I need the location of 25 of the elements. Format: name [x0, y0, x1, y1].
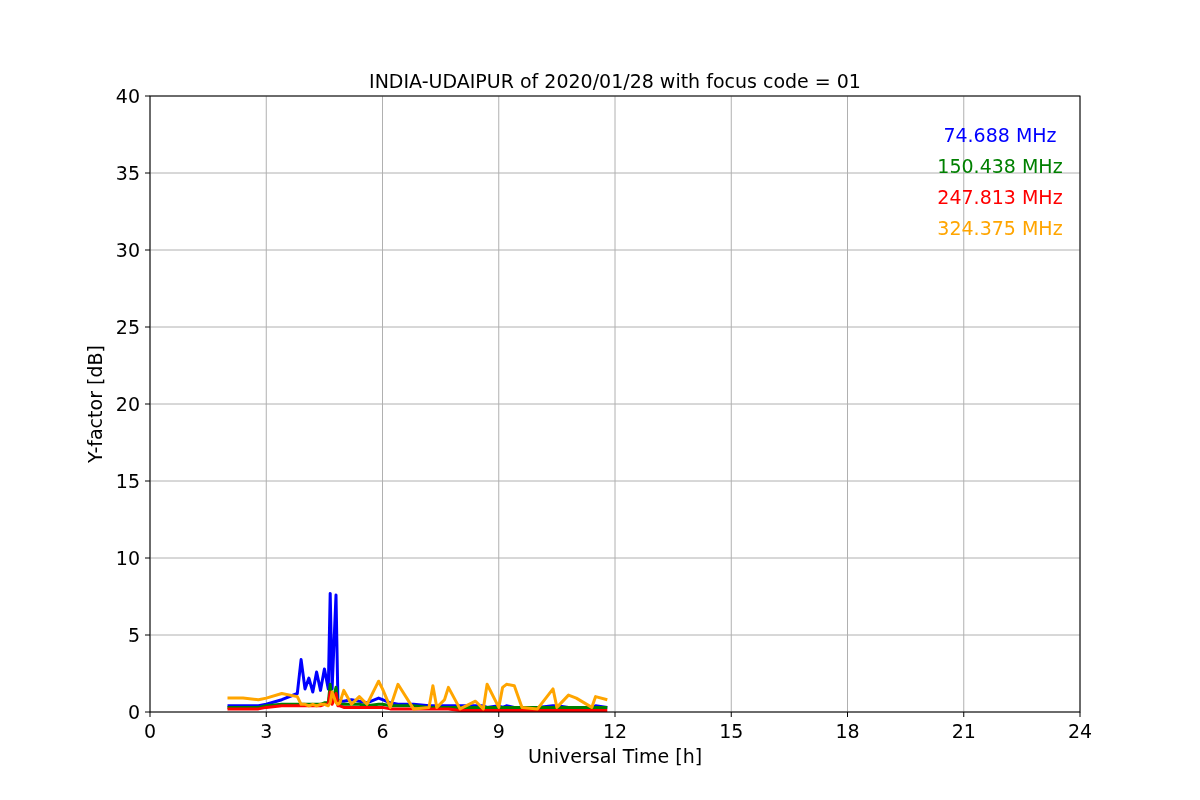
x-tick-label: 12 — [602, 720, 628, 742]
x-tick-label: 9 — [492, 720, 505, 742]
y-tick-label: 40 — [115, 85, 140, 107]
chart-title: INDIA-UDAIPUR of 2020/01/28 with focus code = 01 — [369, 70, 861, 92]
x-tick-label: 6 — [376, 720, 389, 742]
x-tick-label: 24 — [1067, 720, 1093, 742]
x-tick-label: 18 — [835, 720, 860, 742]
y-tick-label: 10 — [115, 547, 140, 569]
y-tick-label: 30 — [115, 239, 140, 261]
x-tick-label: 15 — [719, 720, 744, 742]
y-tick-label: 20 — [115, 393, 140, 415]
y-tick-label: 15 — [115, 470, 140, 492]
x-tick-label: 21 — [951, 720, 976, 742]
x-tick-label: 3 — [260, 720, 273, 742]
y-axis-label: Y-factor [dB] — [84, 345, 106, 463]
y-tick-label: 0 — [127, 701, 140, 723]
y-tick-label: 5 — [127, 624, 140, 646]
legend-label: 324.375 MHz — [937, 217, 1063, 239]
x-tick-label: 0 — [143, 720, 157, 742]
legend-label: 150.438 MHz — [937, 155, 1063, 177]
legend-label: 74.688 MHz — [943, 124, 1057, 146]
legend-label: 247.813 MHz — [937, 186, 1063, 208]
y-tick-label: 25 — [115, 316, 140, 338]
x-axis-label: Universal Time [h] — [527, 745, 703, 767]
y-tick-label: 35 — [115, 162, 140, 184]
